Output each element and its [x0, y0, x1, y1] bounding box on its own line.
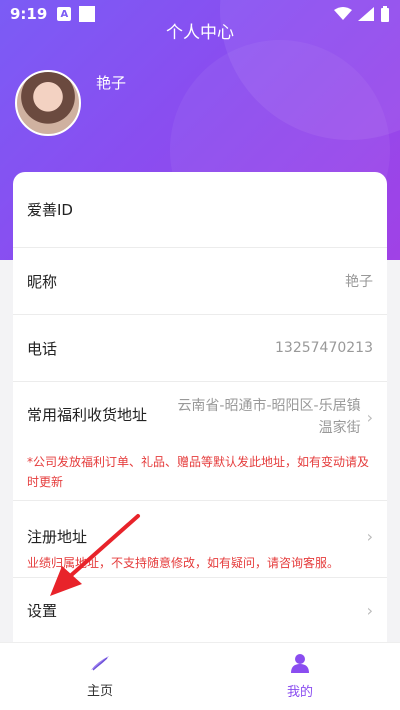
row-value: 艳子	[345, 274, 373, 290]
row-value: 13257470213	[275, 340, 373, 356]
row-label: 设置	[27, 601, 58, 620]
tab-mine[interactable]: 我的	[200, 643, 400, 710]
row-label: 电话	[27, 339, 58, 358]
bottom-tab-bar: 主页 我的	[0, 642, 400, 710]
row-label: 昵称	[27, 272, 58, 291]
row-shipping-address[interactable]: 常用福利收货地址 云南省-昭通市-昭阳区-乐居镇温家街 ›	[13, 382, 387, 452]
row-value: 云南省-昭通市-昭阳区-乐居镇温家街	[177, 398, 361, 436]
row-phone[interactable]: 电话 13257470213	[13, 315, 387, 382]
page-title: 个人中心	[166, 23, 234, 43]
avatar[interactable]	[15, 70, 81, 136]
row-label: 爱善ID	[27, 201, 73, 219]
home-feather-icon	[91, 656, 109, 671]
username: 艳子	[96, 74, 127, 92]
user-icon	[291, 654, 309, 673]
chevron-right-icon: ›	[366, 526, 373, 546]
tab-label: 主页	[86, 684, 113, 699]
red-arrow-annotation	[50, 514, 140, 596]
shipping-note: *公司发放福利订单、礼品、赠品等默认发此地址，如有变动请及时更新	[27, 455, 370, 489]
row-aishan-id[interactable]: 爱善ID	[13, 172, 387, 248]
row-label: 常用福利收货地址	[27, 406, 148, 424]
chevron-right-icon: ›	[366, 407, 373, 427]
row-shipping-address-group[interactable]: 常用福利收货地址 云南省-昭通市-昭阳区-乐居镇温家街 › *公司发放福利订单、…	[13, 382, 387, 501]
chevron-right-icon: ›	[366, 600, 373, 620]
row-nickname[interactable]: 昵称 艳子	[13, 248, 387, 315]
tab-label: 我的	[286, 685, 313, 700]
tab-home[interactable]: 主页	[0, 643, 200, 710]
